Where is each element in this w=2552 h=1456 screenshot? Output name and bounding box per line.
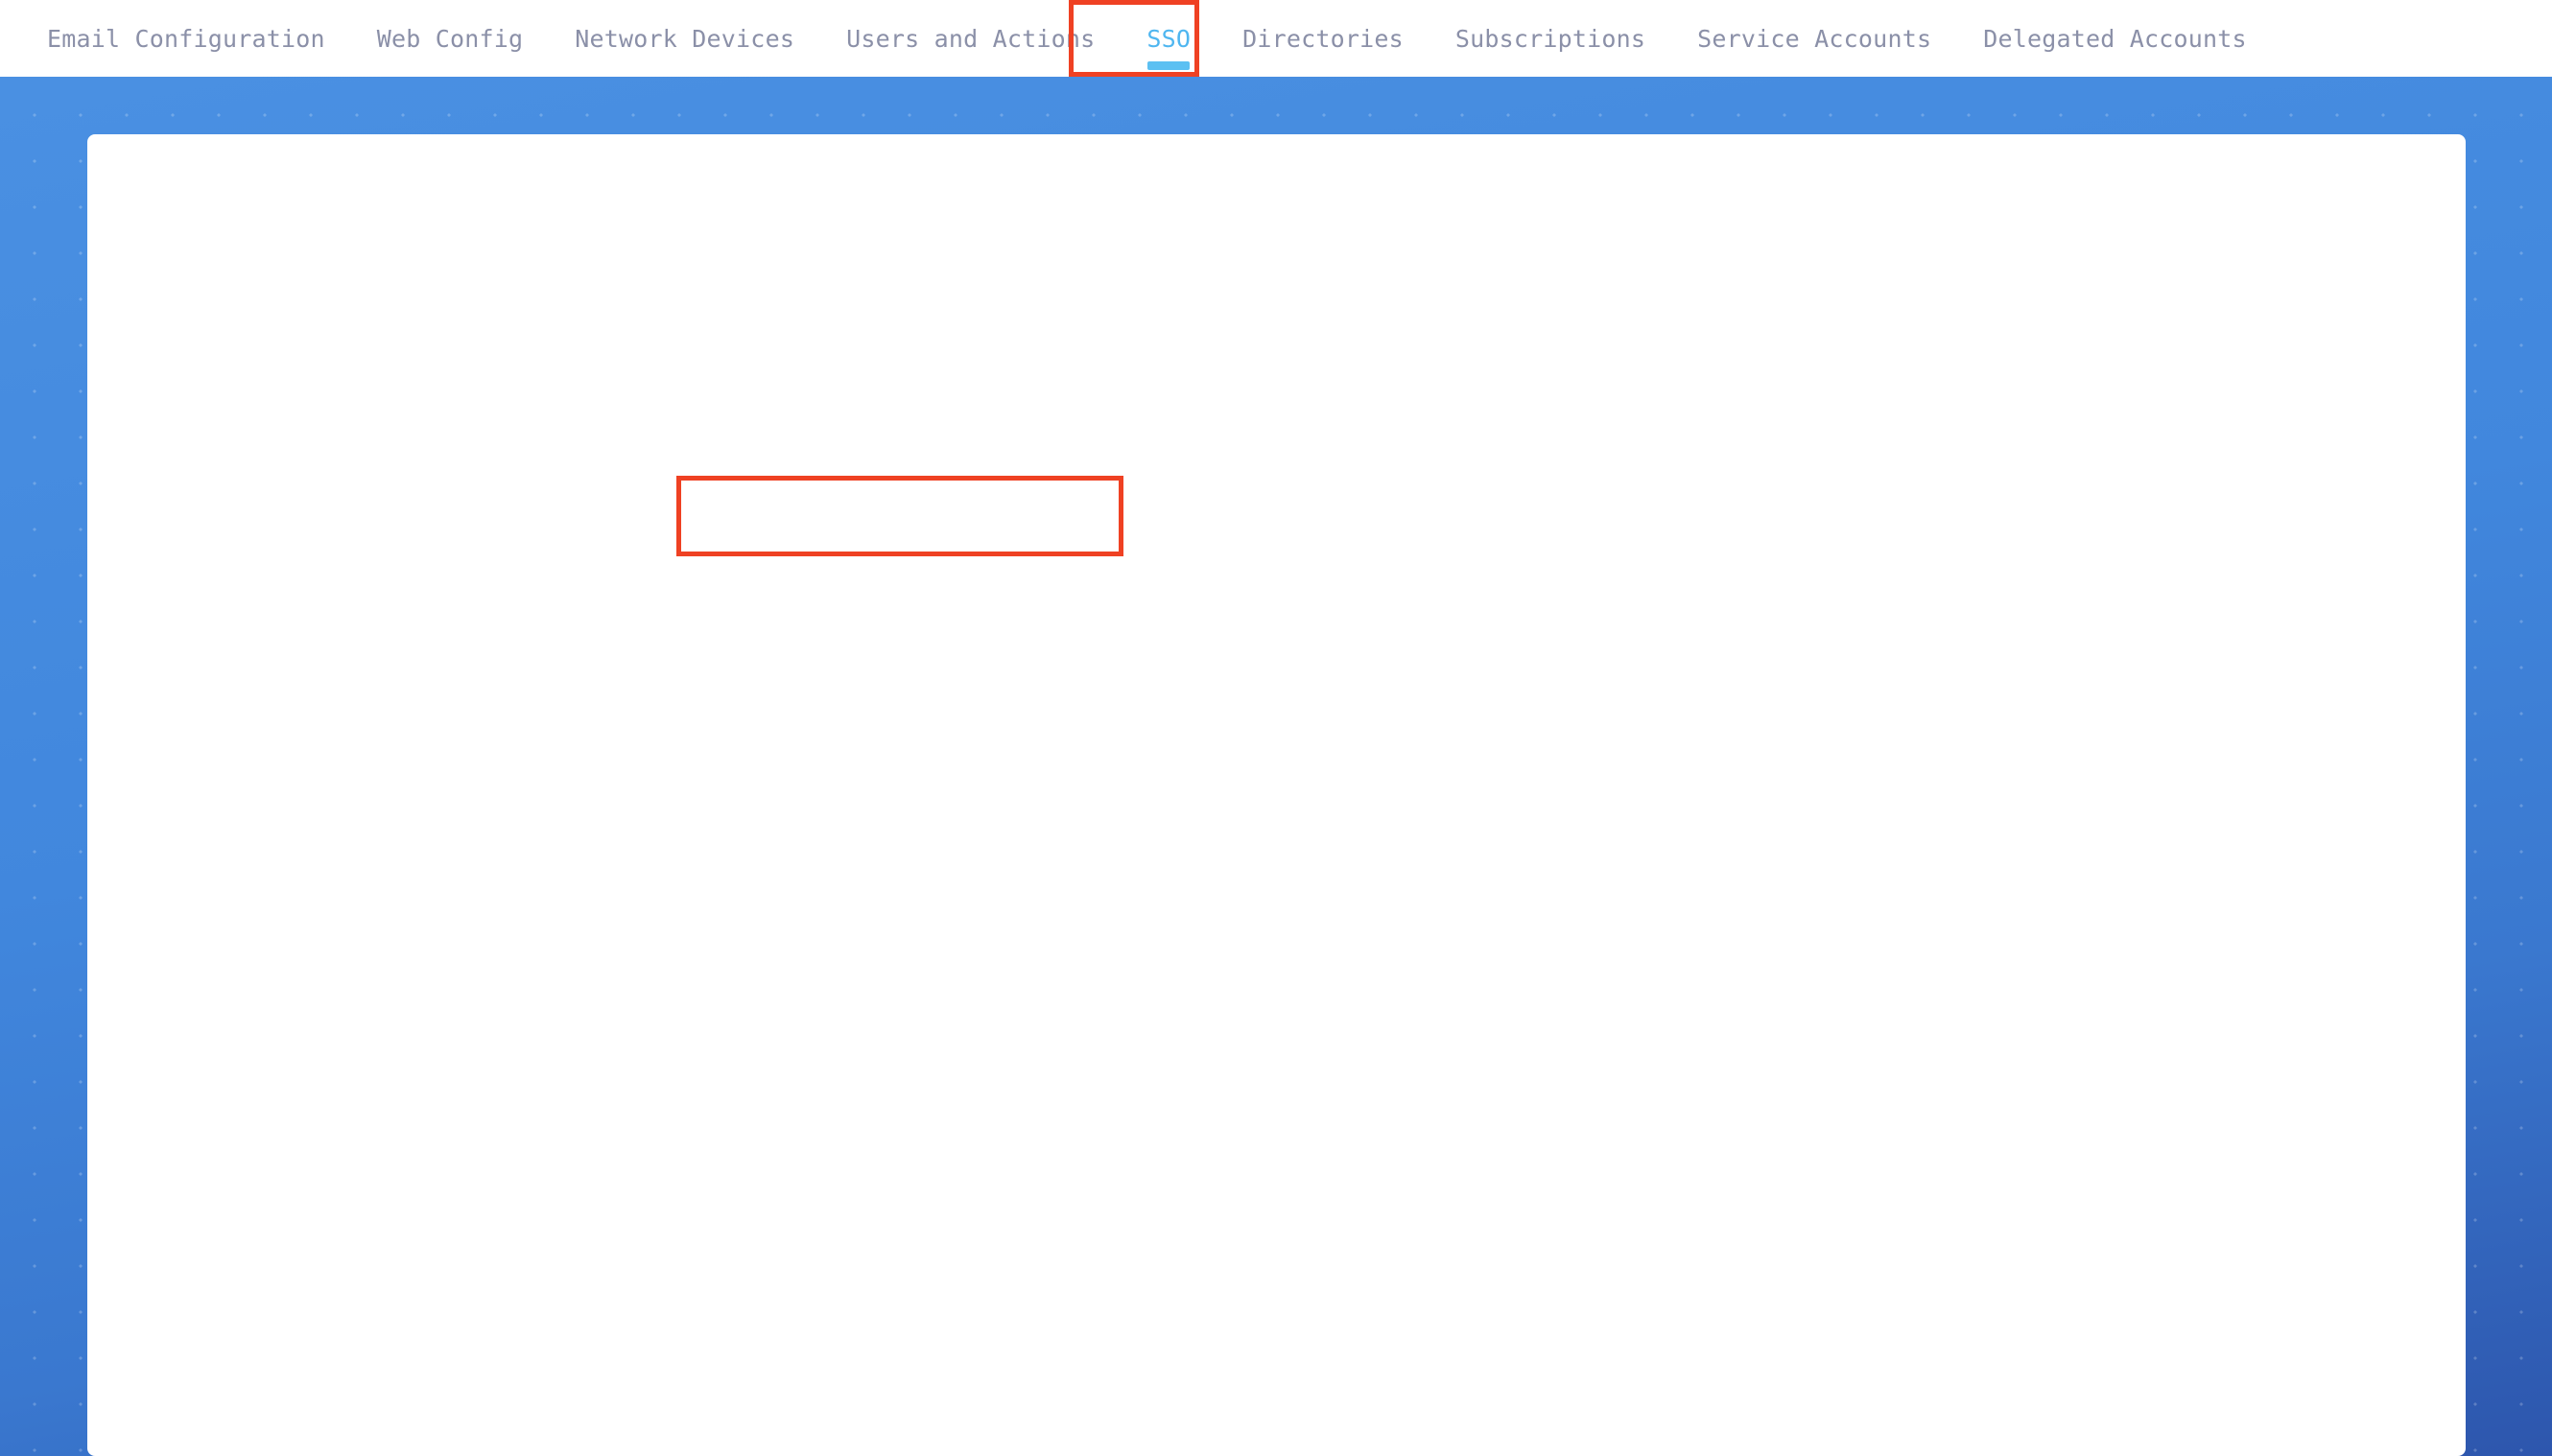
tab-label: Email Configuration (47, 24, 325, 53)
sso-settings-page: Email Configuration Web Config Network Dev… (0, 0, 2552, 1456)
tab-label: Subscriptions (1454, 24, 1646, 53)
tab-service-accounts[interactable]: Service Accounts (1671, 0, 1957, 77)
settings-tab-bar: Email Configuration Web Config Network Dev… (0, 0, 2552, 77)
tab-label: SSO (1146, 24, 1192, 53)
tab-sso[interactable]: SSO (1121, 0, 1217, 77)
tab-label: Web Config (376, 24, 524, 53)
content-card (87, 134, 2466, 1456)
tab-label: Directories (1242, 24, 1404, 53)
tab-label: Delegated Accounts (1983, 24, 2247, 53)
tab-network-devices[interactable]: Network Devices (549, 0, 820, 77)
tab-directories[interactable]: Directories (1217, 0, 1430, 77)
tab-subscriptions[interactable]: Subscriptions (1430, 0, 1671, 77)
active-tab-indicator (1147, 61, 1191, 70)
tab-email-configuration[interactable]: Email Configuration (21, 0, 351, 77)
tab-label: Users and Actions (846, 24, 1096, 53)
tab-users-and-actions[interactable]: Users and Actions (820, 0, 1121, 77)
tab-web-config[interactable]: Web Config (351, 0, 550, 77)
tab-label: Service Accounts (1697, 24, 1932, 53)
tab-delegated-accounts[interactable]: Delegated Accounts (1957, 0, 2273, 77)
tab-label: Network Devices (575, 24, 795, 53)
